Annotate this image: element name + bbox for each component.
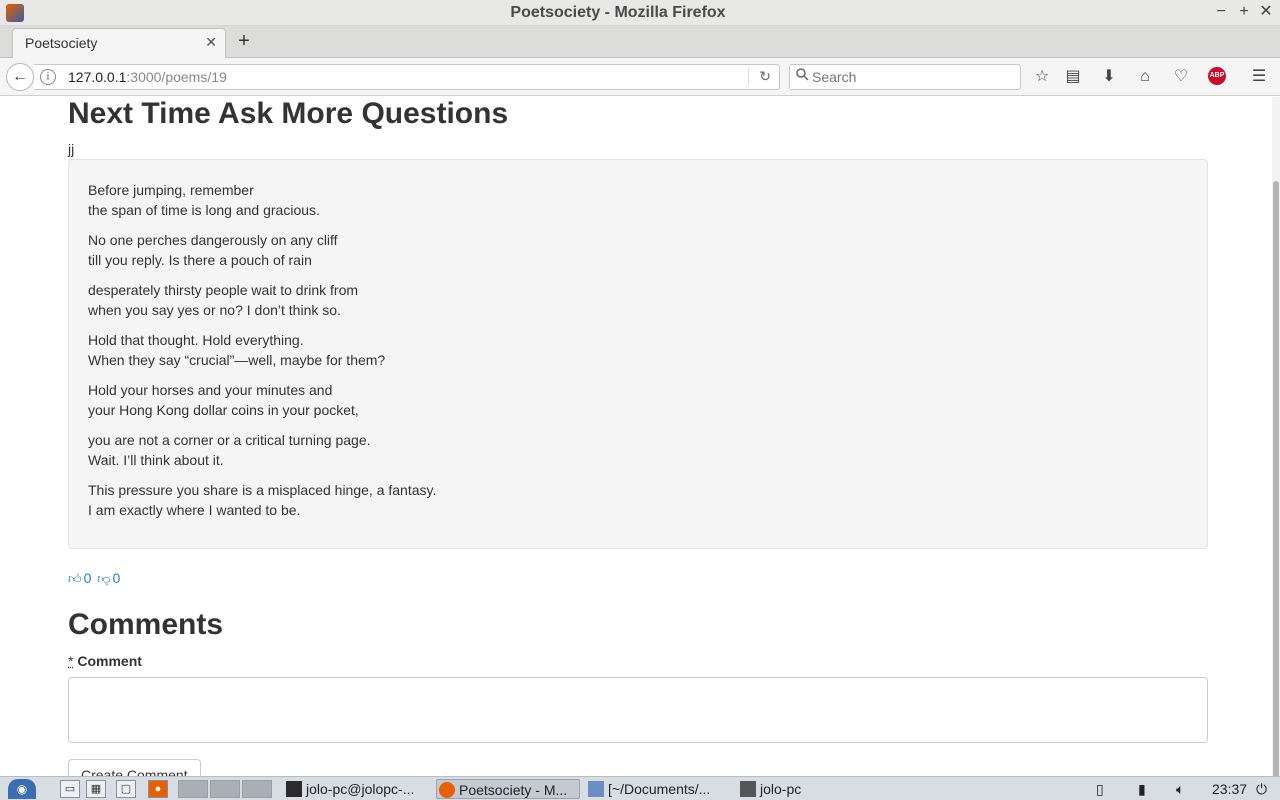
window-title: Poetsociety - Mozilla Firefox <box>510 4 726 21</box>
url-bar[interactable]: i 127.0.0.1:3000/poems/19 ↻ <box>34 64 780 90</box>
bookmarks-list-icon[interactable]: ▤ <box>1062 66 1084 88</box>
poem-line: Hold that thought. Hold everything. <box>88 332 304 348</box>
clock[interactable]: 23:37 <box>1212 779 1247 799</box>
scrollbar-thumb[interactable] <box>1273 181 1279 800</box>
new-tab-icon[interactable]: + <box>233 30 255 52</box>
taskbar-item-documents[interactable]: [~/Documents/... <box>586 779 732 799</box>
url-path: :3000/poems/19 <box>126 69 227 85</box>
comment-field-label: * Comment <box>68 653 142 669</box>
poem-line: the span of time is long and gracious. <box>88 202 320 218</box>
power-icon[interactable]: ⏻ <box>1256 779 1267 799</box>
terminal-icon <box>286 781 302 797</box>
poem-author: jj <box>68 141 75 157</box>
window-titlebar: Poetsociety - Mozilla Firefox − + ✕ <box>0 0 1280 26</box>
poem-line: you are not a corner or a critical turni… <box>88 432 371 448</box>
page-viewport: Next Time Ask More Questions jj Before j… <box>0 97 1280 776</box>
tab-bar: Poetsociety ✕ + <box>0 26 1280 58</box>
workspace-2[interactable] <box>210 780 240 798</box>
poem-line: I am exactly where I wanted to be. <box>88 502 301 518</box>
like-count[interactable]: 0 <box>84 570 92 586</box>
network-launcher-icon[interactable]: ▦ <box>86 780 106 798</box>
bookmark-star-icon[interactable]: ☆ <box>1031 66 1053 88</box>
taskbar-item-terminal[interactable]: jolo-pc@jolopc-... <box>284 779 432 799</box>
url-text[interactable]: 127.0.0.1:3000/poems/19 <box>68 69 227 85</box>
url-host: 127.0.0.1 <box>68 69 127 85</box>
vote-bar: 👍︎ 0 👎︎ 0 <box>68 570 122 587</box>
network-signal-icon[interactable]: ▮ <box>1138 779 1146 799</box>
poem-line: Wait. I’ll think about it. <box>88 452 224 468</box>
poem-line: When they say “crucial”—well, maybe for … <box>88 352 386 368</box>
poem-line: This pressure you share is a misplaced h… <box>88 482 437 498</box>
folder-icon <box>740 781 756 797</box>
task-label: Poetsociety - M... <box>459 782 568 798</box>
poem-title: Next Time Ask More Questions <box>68 97 509 130</box>
taskbar-item-firefox[interactable]: Poetsociety - M... <box>436 779 580 799</box>
poem-stanza: This pressure you share is a misplaced h… <box>88 480 1188 520</box>
home-icon[interactable]: ⌂ <box>1134 66 1156 88</box>
close-window-icon[interactable]: ✕ <box>1256 2 1276 22</box>
close-tab-icon[interactable]: ✕ <box>205 34 217 51</box>
required-marker: * <box>68 653 74 669</box>
volume-icon[interactable]: 🔈︎ <box>1176 779 1184 799</box>
poem-line: Before jumping, remember <box>88 182 254 198</box>
workspace-1[interactable] <box>178 780 208 798</box>
thumbs-down-icon[interactable]: 👎︎ <box>97 571 110 586</box>
search-icon <box>796 68 809 84</box>
task-label: jolo-pc <box>760 781 802 797</box>
tab-poetsociety[interactable]: Poetsociety ✕ <box>12 28 226 58</box>
firefox-icon <box>439 782 455 798</box>
create-comment-button[interactable]: Create Comment <box>68 759 201 776</box>
poem-stanza: Hold your horses and your minutes and yo… <box>88 380 1188 420</box>
poem-line: desperately thirsty people wait to drink… <box>88 282 359 298</box>
task-label: [~/Documents/... <box>608 781 711 797</box>
poem-line: No one perches dangerously on any cliff <box>88 232 338 248</box>
poem-line: till you reply. Is there a pouch of rain <box>88 252 312 268</box>
firefox-launcher-icon[interactable]: ● <box>148 780 168 798</box>
adblock-plus-icon[interactable]: ABP <box>1208 67 1226 85</box>
downloads-icon[interactable]: ⬇ <box>1098 66 1120 88</box>
comments-heading: Comments <box>68 608 224 641</box>
maximize-icon[interactable]: + <box>1234 2 1254 22</box>
urlbar-divider <box>748 68 749 86</box>
poem-stanza: No one perches dangerously on any cliff … <box>88 230 1188 270</box>
task-label: jolo-pc@jolopc-... <box>306 781 415 797</box>
minimize-icon[interactable]: − <box>1211 2 1231 22</box>
desktop-taskbar: ◉ ▭ ▦ ▢ ● jolo-pc@jolopc-... Poetsociety… <box>0 776 1280 800</box>
poem-stanza: Hold that thought. Hold everything. When… <box>88 330 1188 370</box>
comment-label-text: Comment <box>77 653 142 669</box>
workspace-3[interactable] <box>242 780 272 798</box>
poem-stanza: Before jumping, remember the span of tim… <box>88 180 1188 220</box>
thumbs-up-icon[interactable]: 👍︎ <box>68 571 82 586</box>
page-scrollbar[interactable] <box>1272 97 1280 800</box>
navigation-toolbar: ← i 127.0.0.1:3000/poems/19 ↻ ☆ ▤ ⬇ ⌂ ♡ … <box>0 58 1280 96</box>
back-button[interactable]: ← <box>6 63 34 91</box>
site-info-icon[interactable]: i <box>40 69 56 85</box>
start-menu-button[interactable]: ◉ <box>8 779 36 799</box>
window-icon <box>588 781 604 797</box>
pocket-icon[interactable]: ♡ <box>1170 66 1192 88</box>
poem-stanza: desperately thirsty people wait to drink… <box>88 280 1188 320</box>
dislike-count[interactable]: 0 <box>112 570 120 586</box>
comment-textarea[interactable] <box>68 677 1208 743</box>
taskbar-item-folder[interactable]: jolo-pc <box>738 779 838 799</box>
poem-line: Hold your horses and your minutes and <box>88 382 333 398</box>
show-desktop-icon[interactable]: ▢ <box>116 780 136 798</box>
tab-label: Poetsociety <box>25 35 98 51</box>
battery-icon[interactable]: ▯ <box>1096 779 1104 799</box>
search-box[interactable] <box>789 64 1021 90</box>
poem-body: Before jumping, remember the span of tim… <box>68 159 1208 549</box>
hamburger-menu-icon[interactable]: ☰ <box>1248 66 1270 88</box>
poem-line: when you say yes or no? I don’t think so… <box>88 302 341 318</box>
file-manager-launcher-icon[interactable]: ▭ <box>60 780 80 798</box>
poem-line: your Hong Kong dollar coins in your pock… <box>88 402 359 418</box>
poem-stanza: you are not a corner or a critical turni… <box>88 430 1188 470</box>
reload-icon[interactable]: ↻ <box>759 68 771 85</box>
search-input[interactable] <box>812 68 1012 86</box>
